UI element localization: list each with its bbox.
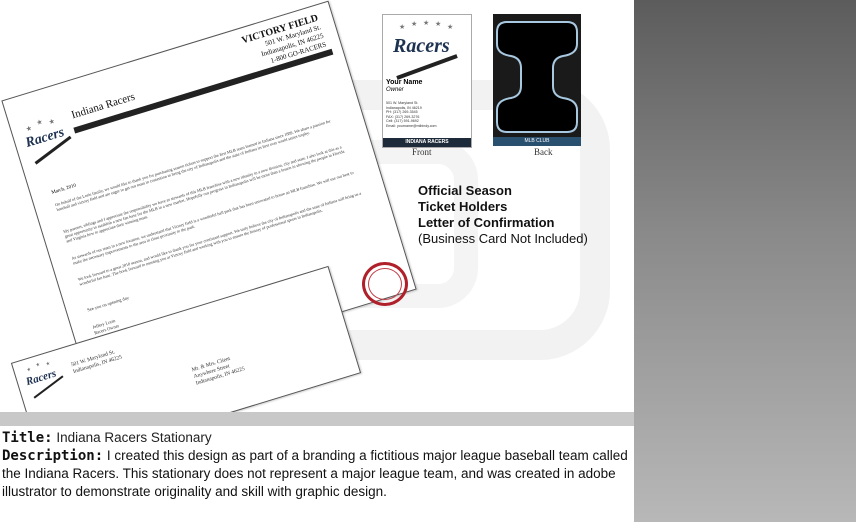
letterhead-band	[73, 48, 334, 134]
i-logo-icon	[496, 21, 578, 133]
caption-description: Description: I created this design as pa…	[2, 447, 634, 501]
side-gradient-panel	[634, 0, 856, 522]
portfolio-page: ★ ★ ★ Racers Indiana Racers VICTORY FIEL…	[0, 0, 856, 522]
star-icon: ★	[411, 21, 418, 28]
item-line: Official Season	[418, 183, 512, 198]
item-line: Ticket Holders	[418, 199, 508, 214]
card-footer: INDIANA RACERS	[383, 138, 471, 147]
wax-seal	[362, 262, 408, 306]
star-icon: ★	[45, 360, 52, 368]
envelope-return-address: 501 W. Maryland St. Indianapolis, IN 462…	[70, 348, 123, 376]
envelope-recipient: Mr. & Mrs. Client Anywhere Street Indian…	[191, 353, 246, 388]
star-icon: ★	[25, 124, 34, 134]
racers-logo: ★ ★ ★ Racers	[19, 112, 80, 165]
star-icon: ★	[35, 118, 44, 128]
card-cell: Cell: (317) 591-9692	[386, 119, 419, 123]
star-icon: ★	[447, 24, 454, 31]
star-icon: ★	[25, 366, 32, 374]
business-card-back: MLB CLUB	[493, 14, 581, 146]
star-icon: ★	[34, 361, 41, 369]
card-phone: PH: (317) 269-3545	[386, 110, 418, 114]
logo-swoosh	[396, 54, 458, 80]
card-fax: FAX: (317) 269-3276	[386, 114, 420, 119]
logo-wordmark: Racers	[393, 35, 450, 57]
title-label: Title:	[2, 430, 53, 446]
card-front-caption: Front	[412, 147, 432, 157]
card-address-line: Indianapolis, IN 46219	[386, 105, 422, 110]
card-name: Your Name	[386, 79, 423, 86]
item-line: Letter of Confirmation	[418, 215, 555, 230]
card-back-caption: Back	[534, 147, 553, 157]
card-address: 501 W. Maryland St. Indianapolis, IN 462…	[386, 101, 437, 128]
separator-strip	[0, 412, 634, 426]
star-icon: ★	[435, 21, 442, 28]
card-title: Owner	[386, 87, 404, 93]
racers-logo: ★ ★ ★ Racers	[20, 356, 74, 402]
letter-closing: See you on opening day	[86, 295, 130, 313]
business-card-front: ★ ★ ★ ★ ★ Racers Your Name Owner 501 W. …	[382, 14, 472, 148]
star-icon: ★	[399, 24, 406, 31]
items-list: Official Season Ticket Holders Letter of…	[418, 183, 588, 247]
title-text: Indiana Racers Stationary	[56, 430, 212, 445]
card-address-line: 501 W. Maryland St.	[386, 101, 419, 105]
letter-date: March, 2010	[50, 183, 77, 196]
card-back-footer: MLB CLUB	[493, 137, 581, 146]
racers-logo: ★ ★ ★ ★ ★ Racers	[389, 20, 465, 80]
star-icon: ★	[423, 20, 430, 27]
caption-title: Title: Indiana Racers Stationary	[2, 430, 212, 446]
card-email: Email: yourname@mlbindy.com	[386, 123, 437, 128]
item-note: (Business Card Not Included)	[418, 231, 588, 246]
star-icon: ★	[47, 117, 57, 127]
description-label: Description:	[2, 448, 104, 464]
